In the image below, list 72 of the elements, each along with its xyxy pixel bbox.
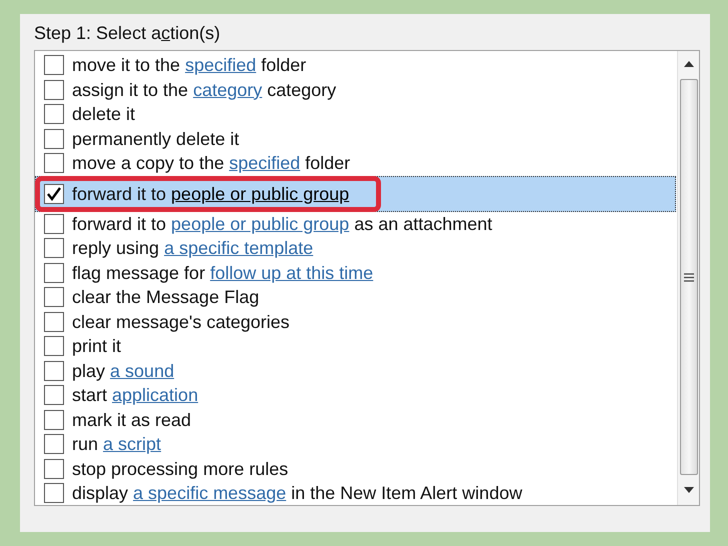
- action-row[interactable]: run a script: [35, 432, 676, 456]
- action-row[interactable]: forward it to people or public group: [35, 176, 676, 212]
- action-row[interactable]: start application: [35, 383, 676, 408]
- action-label: reply using a specific template: [72, 237, 314, 260]
- action-row[interactable]: reply using a specific template: [35, 236, 676, 260]
- checkbox[interactable]: [44, 287, 64, 308]
- action-link[interactable]: a sound: [110, 360, 174, 381]
- checkmark-icon: [46, 186, 62, 202]
- action-label: assign it to the category category: [72, 78, 336, 101]
- action-label: run a script: [72, 433, 162, 456]
- action-label: permanently delete it: [72, 128, 240, 150]
- checkbox[interactable]: [44, 483, 64, 504]
- action-label: flag message for follow up at this time: [72, 262, 374, 284]
- grip-icon: [684, 272, 694, 282]
- checkbox[interactable]: [44, 128, 64, 149]
- action-link[interactable]: application: [112, 385, 198, 406]
- action-row[interactable]: permanently delete it: [35, 126, 676, 151]
- checkbox[interactable]: [44, 153, 64, 174]
- action-link[interactable]: category: [193, 80, 262, 100]
- action-row[interactable]: move a copy to the specified folder: [35, 151, 676, 176]
- action-label: move it to the specified folder: [72, 54, 306, 76]
- scroll-down-icon[interactable]: [684, 487, 694, 493]
- action-link[interactable]: people or public group: [171, 214, 350, 234]
- checkbox[interactable]: [44, 184, 64, 204]
- action-label: play a sound: [72, 360, 174, 382]
- action-row[interactable]: forward it to people or public group as an attachment: [35, 212, 676, 236]
- section-title: Step 1: Select action(s): [34, 22, 222, 45]
- checkbox[interactable]: [44, 55, 64, 76]
- checkbox[interactable]: [44, 336, 64, 356]
- checkbox[interactable]: [44, 410, 64, 430]
- action-link[interactable]: specified: [229, 153, 300, 174]
- checkbox[interactable]: [44, 458, 64, 479]
- action-label: start application: [72, 384, 198, 406]
- action-label: clear message's categories: [72, 310, 290, 333]
- scrollbar[interactable]: [677, 51, 699, 505]
- action-row[interactable]: display a specific message in the New Item Alert window: [35, 481, 676, 506]
- action-label: mark it as read: [72, 408, 192, 431]
- checkbox[interactable]: [44, 360, 64, 381]
- scroll-up-icon[interactable]: [684, 61, 694, 67]
- action-row[interactable]: move it to the specified folder: [35, 53, 676, 78]
- checkbox[interactable]: [44, 80, 64, 100]
- action-label: display a specific message in the New Item Alert window: [72, 482, 522, 504]
- action-row[interactable]: play a sound: [35, 358, 676, 383]
- action-label: forward it to people or public group as an attachment: [72, 212, 492, 235]
- action-label: delete it: [72, 103, 136, 126]
- action-link[interactable]: specified: [185, 55, 256, 76]
- action-row[interactable]: mark it as read: [35, 408, 676, 432]
- action-label: clear the Message Flag: [72, 286, 260, 308]
- action-link[interactable]: a script: [103, 434, 162, 454]
- action-link[interactable]: a specific template: [164, 238, 314, 258]
- action-row[interactable]: delete it: [35, 102, 676, 126]
- checkbox[interactable]: [44, 238, 64, 258]
- checkbox[interactable]: [44, 434, 64, 454]
- action-label: print it: [72, 335, 122, 358]
- action-row[interactable]: clear message's categories: [35, 310, 676, 334]
- scroll-thumb[interactable]: [680, 79, 698, 475]
- action-row[interactable]: stop processing more rules: [35, 456, 676, 481]
- action-link[interactable]: people or public group: [171, 184, 350, 204]
- checkbox[interactable]: [44, 104, 64, 124]
- checkbox[interactable]: [44, 214, 64, 234]
- action-label: stop processing more rules: [72, 458, 288, 480]
- action-row[interactable]: print it: [35, 334, 676, 358]
- action-link[interactable]: a specific message: [133, 483, 286, 504]
- checkbox[interactable]: [44, 385, 64, 406]
- action-label: move a copy to the specified folder: [72, 152, 350, 174]
- action-row[interactable]: assign it to the category category: [35, 78, 676, 102]
- checkbox[interactable]: [44, 262, 64, 283]
- action-row[interactable]: flag message for follow up at this time: [35, 260, 676, 285]
- checkbox[interactable]: [44, 312, 64, 332]
- action-label: forward it to people or public group: [72, 182, 350, 204]
- action-row[interactable]: clear the Message Flag: [35, 285, 676, 310]
- action-link[interactable]: follow up at this time: [210, 262, 374, 283]
